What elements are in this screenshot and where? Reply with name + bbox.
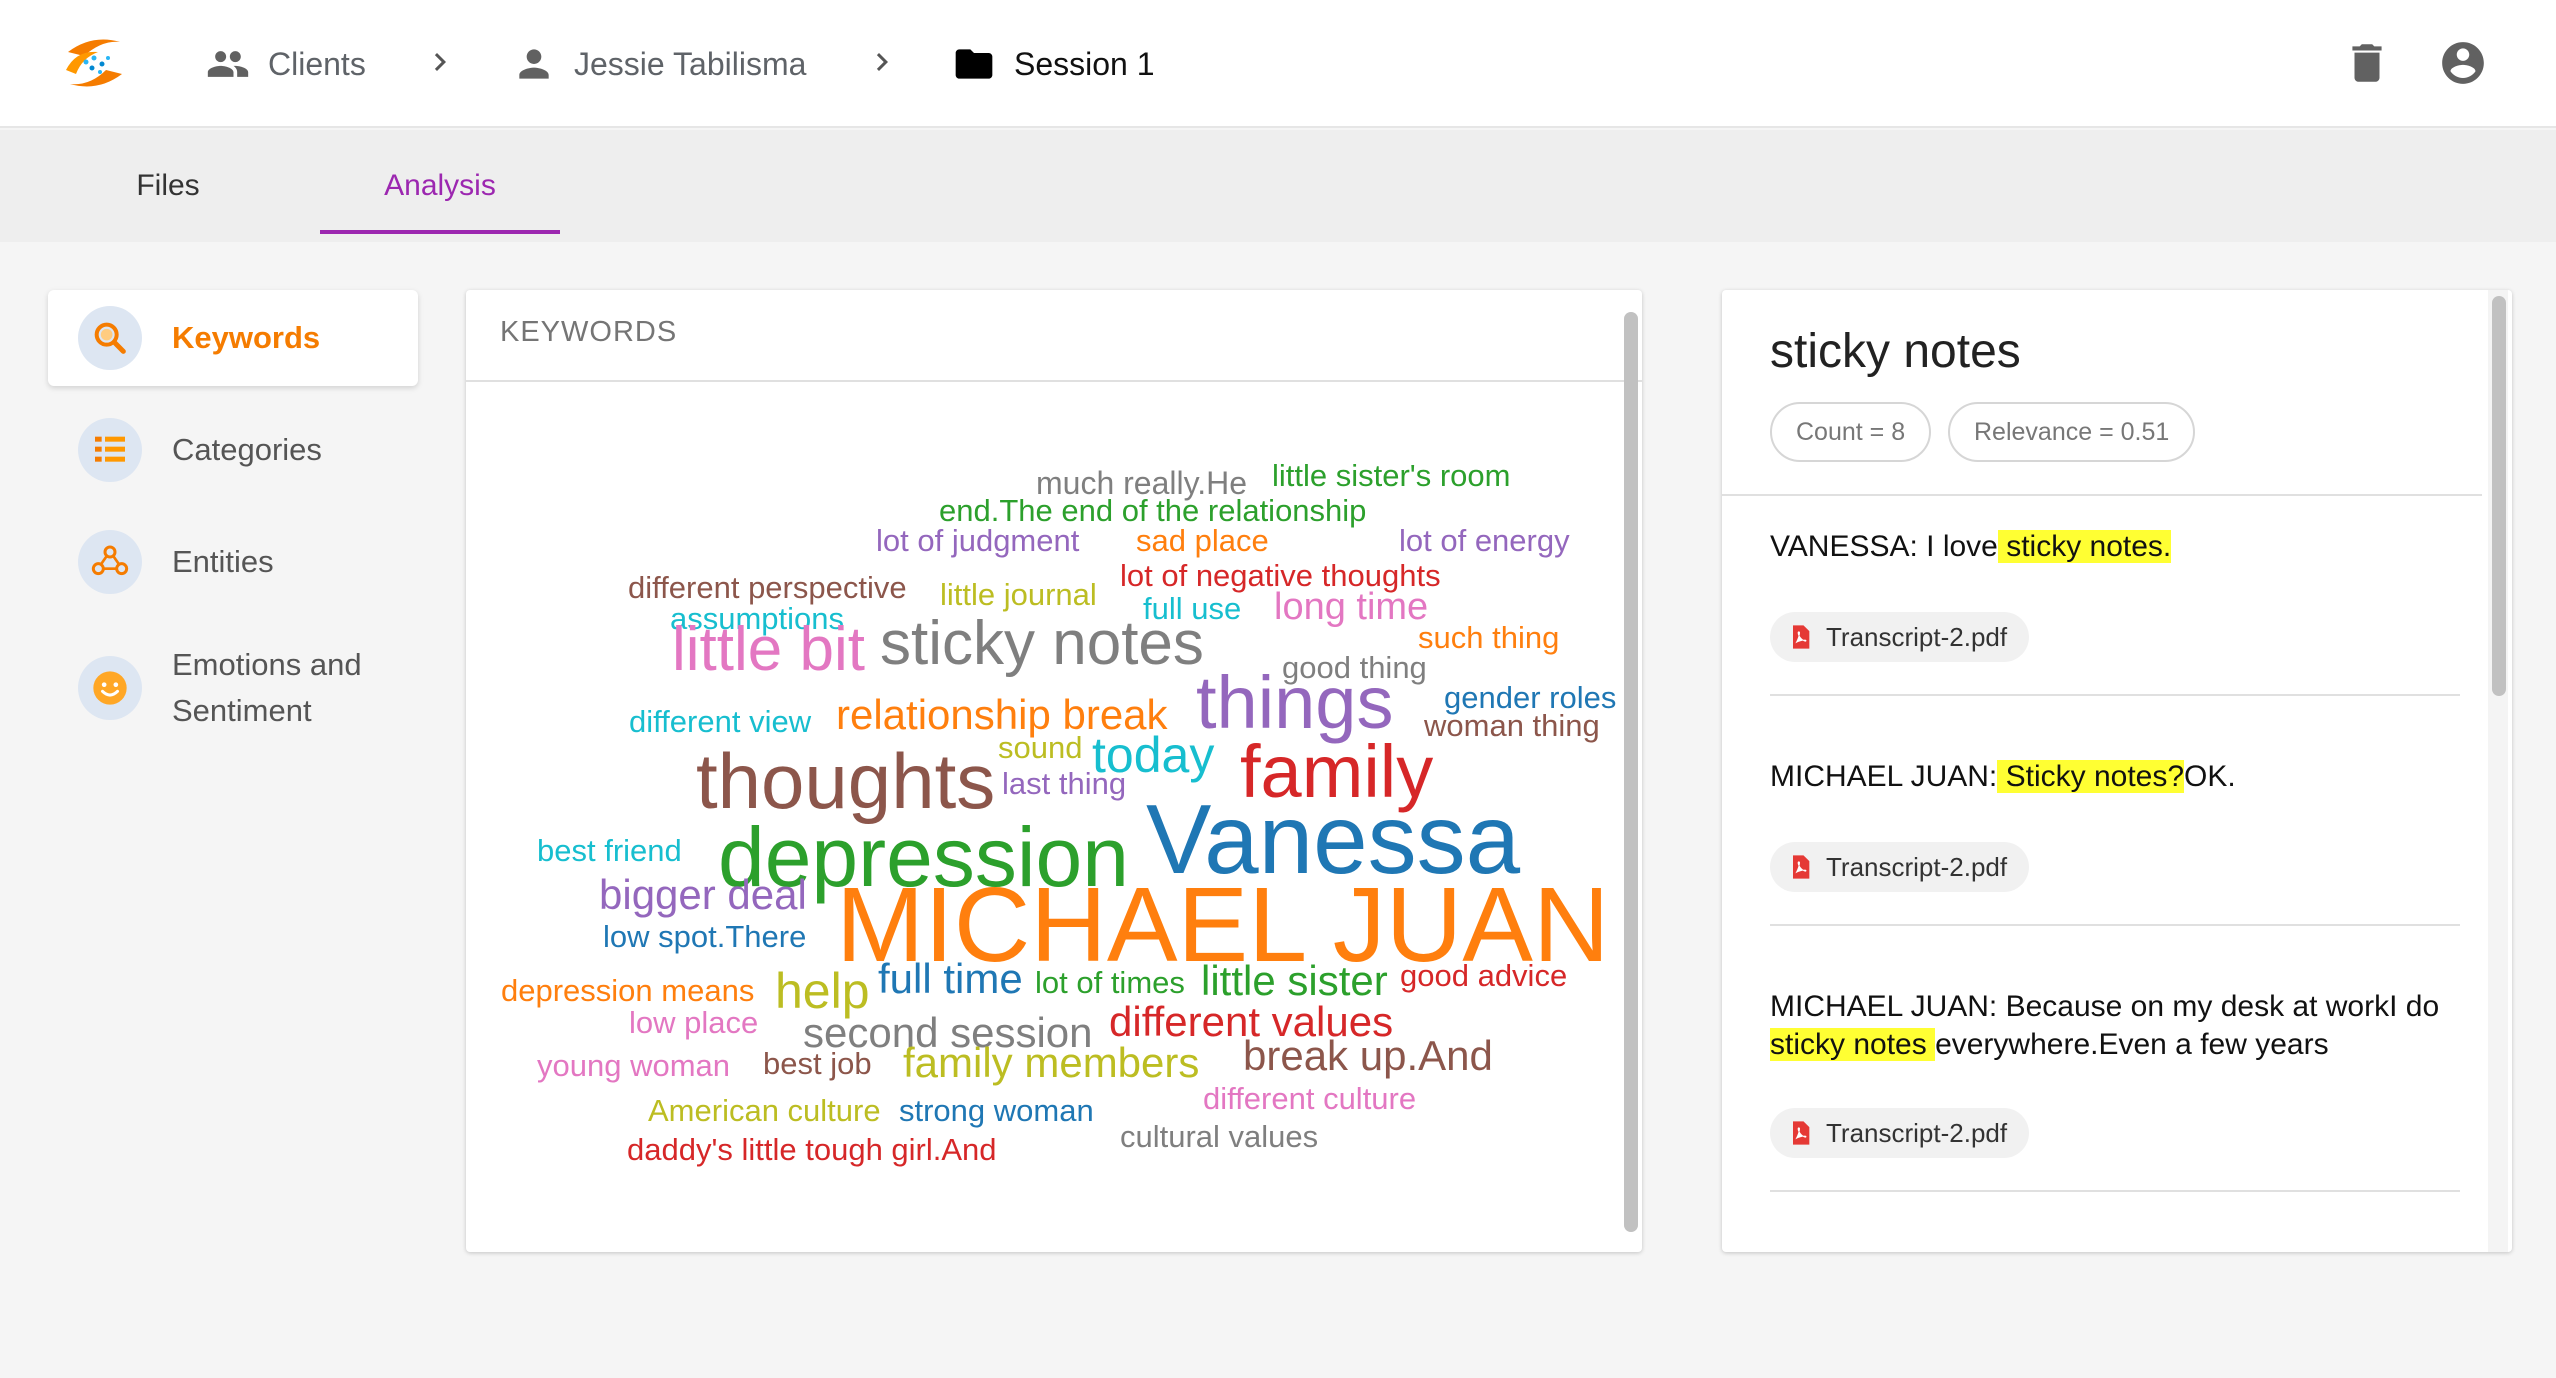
- mention-text: VANESSA: I love sticky notes.: [1770, 528, 2450, 566]
- divider: [1770, 1190, 2460, 1192]
- keyword-word[interactable]: good advice: [1400, 960, 1567, 991]
- sidebar-item-label: Keywords: [172, 320, 321, 355]
- keyword-word[interactable]: little bit: [672, 619, 865, 681]
- app-logo-icon[interactable]: [62, 30, 128, 96]
- keyword-word[interactable]: lot of energy: [1399, 525, 1570, 556]
- file-name: Transcript-2.pdf: [1826, 851, 2008, 882]
- keywords-card: KEYWORDS much really.He little sister's r…: [466, 290, 1642, 1252]
- pdf-icon: [1793, 1121, 1810, 1145]
- sidebar-item-emotions[interactable]: Emotions and Sentiment: [48, 626, 418, 750]
- sidebar-item-keywords[interactable]: Keywords: [48, 290, 418, 386]
- keyword-word[interactable]: lot of judgment: [876, 525, 1079, 556]
- chevron-right-icon: [434, 53, 446, 71]
- breadcrumb-session-label: Session 1: [1014, 45, 1155, 82]
- divider: [1722, 494, 2482, 496]
- keyword-word[interactable]: such thing: [1418, 622, 1559, 653]
- keyword-word[interactable]: cultural values: [1120, 1121, 1318, 1152]
- folder-icon: [955, 49, 993, 79]
- breadcrumb-client[interactable]: Jessie Tabilisma: [512, 40, 806, 88]
- keyword-word[interactable]: American culture: [648, 1095, 881, 1126]
- pdf-icon: [1793, 855, 1810, 879]
- mention-text-before: MICHAEL JUAN: Because on my desk at work…: [1770, 990, 2440, 1023]
- keyword-word[interactable]: sound: [998, 732, 1082, 763]
- keyword-word[interactable]: full time: [878, 958, 1023, 1000]
- mention-text-before: MICHAEL JUAN:: [1770, 760, 1998, 793]
- tab-analysis[interactable]: Analysis: [320, 130, 560, 242]
- keyword-word[interactable]: lot of times: [1035, 967, 1185, 998]
- file-chip[interactable]: Transcript-2.pdf: [1770, 842, 2030, 892]
- tab-files[interactable]: Files: [74, 130, 262, 242]
- tab-bar: Files Analysis: [0, 130, 2556, 242]
- keyword-detail-card: sticky notes Count = 8 Relevance = 0.51 …: [1722, 290, 2512, 1252]
- person-icon: [519, 49, 549, 79]
- relevance-chip: Relevance = 0.51: [1948, 402, 2196, 462]
- people-icon: [207, 51, 249, 77]
- account-circle-icon[interactable]: [2438, 38, 2488, 88]
- keyword-word[interactable]: different view: [629, 706, 811, 737]
- keyword-word[interactable]: best friend: [537, 835, 682, 866]
- mention-text-after: OK.: [2184, 760, 2236, 793]
- divider: [1770, 924, 2460, 926]
- keyword-word[interactable]: woman thing: [1424, 710, 1600, 741]
- keyword-word[interactable]: thoughts: [696, 742, 995, 820]
- chevron-right-icon: [876, 53, 888, 71]
- entities-icon: [78, 530, 142, 594]
- keyword-word[interactable]: little sister's room: [1272, 460, 1510, 491]
- delete-icon[interactable]: [2342, 38, 2392, 88]
- top-app-bar: Clients Jessie Tabilisma Session 1: [0, 0, 2556, 128]
- pdf-icon: [1793, 625, 1810, 649]
- keywords-scrollbar[interactable]: [1624, 312, 1638, 1232]
- keyword-word[interactable]: sad place: [1136, 525, 1269, 556]
- keyword-word[interactable]: strong woman: [899, 1095, 1094, 1126]
- keyword-word[interactable]: last thing: [1002, 768, 1126, 799]
- keyword-word[interactable]: daddy's little tough girl.And: [627, 1134, 997, 1165]
- keyword-word[interactable]: break up.And: [1243, 1035, 1493, 1077]
- mention-text-before: VANESSA: I love: [1770, 530, 1998, 563]
- smiley-icon: [78, 656, 142, 720]
- keyword-word[interactable]: things: [1196, 666, 1393, 740]
- keyword-word[interactable]: low spot.There: [603, 921, 806, 952]
- sidebar-item-entities[interactable]: Entities: [48, 514, 418, 610]
- breadcrumb-client-label: Jessie Tabilisma: [574, 45, 807, 82]
- keyword-word[interactable]: young woman: [537, 1050, 730, 1081]
- mention-text: MICHAEL JUAN: Because on my desk at work…: [1770, 988, 2450, 1064]
- keyword-word[interactable]: different perspective: [628, 572, 907, 603]
- sidebar-item-categories[interactable]: Categories: [48, 402, 418, 498]
- detail-scrollbar-thumb[interactable]: [2492, 296, 2506, 696]
- keyword-word[interactable]: family members: [903, 1042, 1199, 1084]
- keyword-word[interactable]: little journal: [940, 579, 1097, 610]
- keywords-scrollbar-thumb[interactable]: [1624, 312, 1638, 1232]
- divider: [1770, 694, 2460, 696]
- keyword-word[interactable]: long time: [1274, 588, 1428, 626]
- sidebar-item-label: Categories: [172, 432, 322, 467]
- keyword-word[interactable]: different culture: [1203, 1083, 1416, 1114]
- file-name: Transcript-2.pdf: [1826, 1117, 2008, 1148]
- keyword-word[interactable]: little sister: [1201, 960, 1388, 1002]
- file-chip[interactable]: Transcript-2.pdf: [1770, 1108, 2030, 1158]
- keyword-word[interactable]: best job: [763, 1048, 872, 1079]
- breadcrumb-clients-label: Clients: [268, 45, 366, 82]
- count-chip: Count = 8: [1770, 402, 1932, 462]
- sidebar-item-label: Entities: [172, 544, 274, 579]
- mention-text: MICHAEL JUAN: Sticky notes?OK.: [1770, 758, 2450, 796]
- keyword-title: sticky notes: [1770, 325, 2021, 378]
- search-icon: [78, 306, 142, 370]
- mention-highlight: sticky notes: [1770, 1028, 1936, 1061]
- sidebar-item-label: Emotions and Sentiment: [172, 647, 362, 728]
- breadcrumb-clients[interactable]: Clients: [206, 40, 366, 88]
- mention-highlight: Sticky notes?: [1997, 760, 2185, 793]
- file-chip[interactable]: Transcript-2.pdf: [1770, 612, 2030, 662]
- mention-highlight: sticky notes.: [1997, 530, 2172, 563]
- keyword-word[interactable]: depression means: [501, 975, 754, 1006]
- mention-text-after: everywhere.Even a few years: [1935, 1028, 2329, 1061]
- breadcrumb-session[interactable]: Session 1: [952, 40, 1155, 88]
- file-name: Transcript-2.pdf: [1826, 621, 2008, 652]
- keyword-word[interactable]: end.The end of the relationship: [939, 495, 1366, 526]
- detail-scrollbar[interactable]: [2488, 290, 2508, 1252]
- keyword-word[interactable]: sticky notes: [880, 613, 1204, 675]
- list-icon: [78, 418, 142, 482]
- keyword-word[interactable]: low place: [629, 1007, 758, 1038]
- keyword-word[interactable]: bigger deal: [599, 874, 807, 916]
- word-cloud: much really.He little sister's room end.Th…: [466, 290, 1642, 1252]
